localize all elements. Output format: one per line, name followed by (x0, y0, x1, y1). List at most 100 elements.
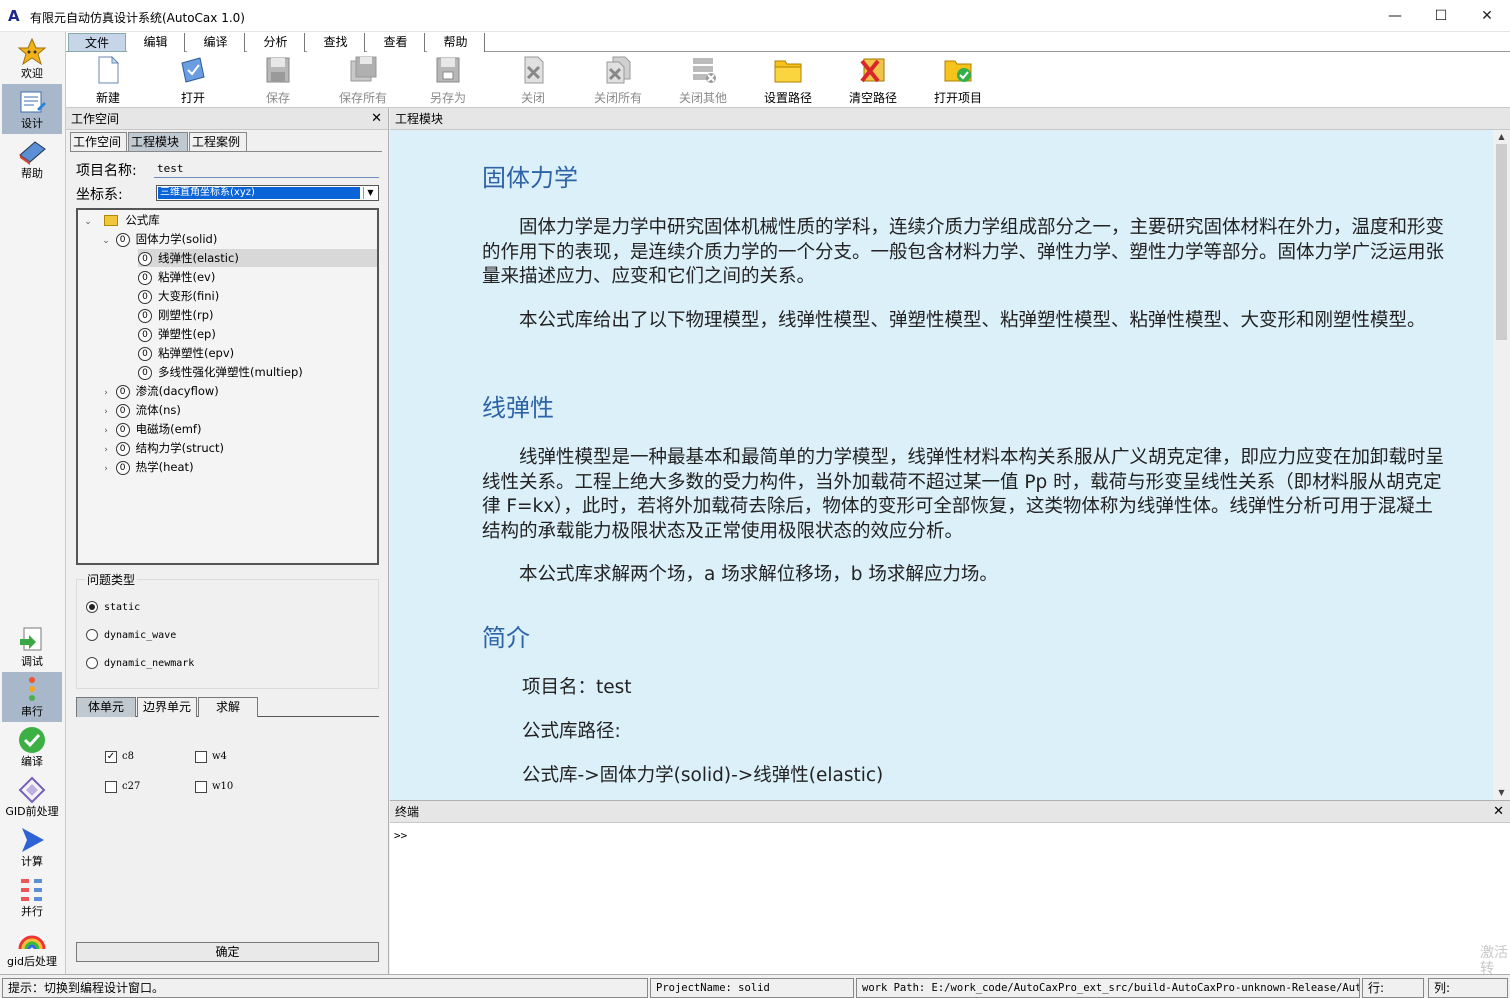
menu-bar: 文件 编辑 编译 分析 查找 查看 帮助 (66, 32, 1510, 52)
tree-item-struct[interactable]: › 0 结构力学(struct) (100, 439, 224, 457)
tab-boundary-element[interactable]: 边界单元 (137, 697, 197, 717)
set-path-button[interactable]: 设置路径 (748, 54, 828, 106)
doc-scrollbar[interactable]: ▲ ▼ (1493, 130, 1510, 800)
tree-item-ep[interactable]: 0 弹塑性(ep) (138, 325, 216, 343)
node-icon: 0 (115, 232, 130, 247)
maximize-button[interactable]: ☐ (1418, 0, 1464, 32)
tree-item-formula-library[interactable]: ⌄ 公式库 (82, 211, 160, 229)
menu-file[interactable]: 文件 (68, 33, 126, 52)
radio-button[interactable] (86, 657, 98, 669)
sidebar-compute[interactable]: 计算 (2, 822, 62, 872)
menu-view[interactable]: 查看 (367, 33, 425, 52)
chevron-right-icon[interactable]: › (100, 460, 112, 478)
tab-workspace[interactable]: 工作空间 (70, 132, 127, 151)
close-others-button[interactable]: 关闭其他 (663, 54, 743, 106)
scroll-down-icon[interactable]: ▼ (1493, 786, 1510, 800)
tree-item-ev[interactable]: 0 粘弹性(ev) (138, 268, 215, 286)
menu-compile[interactable]: 编译 (187, 33, 245, 52)
menu-analyze[interactable]: 分析 (247, 33, 305, 52)
open-project-icon (944, 60, 972, 82)
chevron-right-icon[interactable]: › (100, 384, 112, 402)
menu-edit[interactable]: 编辑 (127, 33, 185, 52)
tree-label: 流体(ns) (135, 403, 181, 417)
close-file-button[interactable]: 关闭 (493, 54, 573, 106)
new-file-icon (98, 55, 120, 84)
checkbox-checked[interactable]: ✓ (105, 750, 117, 763)
chevron-right-icon[interactable]: › (100, 403, 112, 421)
sidebar-gid-post[interactable]: gid后处理 (2, 922, 62, 972)
doc-paragraph: 本公式库求解两个场，a 场求解位移场，b 场求解应力场。 (519, 564, 998, 585)
scroll-up-icon[interactable]: ▲ (1493, 130, 1510, 144)
toolbar-label: 关闭其他 (678, 91, 727, 105)
menu-help[interactable]: 帮助 (427, 33, 485, 52)
radio-dynamic-newmark[interactable]: dynamic_newmark (86, 657, 194, 673)
workspace-title: 工作空间 (71, 112, 120, 126)
terminal-prompt[interactable]: >> (394, 829, 407, 842)
sidebar-parallel[interactable]: 并行 (2, 872, 62, 922)
sidebar-design[interactable]: 设计 (2, 84, 62, 134)
chevron-down-icon[interactable]: ▼ (363, 187, 377, 199)
open-button[interactable]: 打开 (153, 54, 233, 106)
chevron-right-icon[interactable]: › (100, 441, 112, 459)
sidebar-serial[interactable]: 串行 (2, 672, 62, 722)
coord-system-select[interactable]: 三维直角坐标系(xyz) ▼ (156, 185, 379, 201)
tab-project-module[interactable]: 工程模块 (128, 132, 188, 151)
tree-item-ns[interactable]: › 0 流体(ns) (100, 401, 181, 419)
menu-find[interactable]: 查找 (307, 33, 365, 52)
clear-path-button[interactable]: 清空路径 (833, 54, 913, 106)
save-all-button[interactable]: 保存所有 (323, 54, 403, 106)
sidebar-debug[interactable]: 调试 (2, 622, 62, 672)
scrollbar-thumb[interactable] (1496, 144, 1507, 340)
tree-item-multiep[interactable]: 0 多线性强化弹塑性(multiep) (138, 363, 303, 381)
project-name-input[interactable]: test (154, 160, 379, 178)
tab-volume-element[interactable]: 体单元 (76, 697, 136, 717)
radio-button[interactable] (86, 601, 98, 613)
new-button[interactable]: 新建 (68, 54, 148, 106)
formula-tree[interactable]: ⌄ 公式库 ⌄ 0 固体力学(solid) 0 线弹性(elastic) 0 粘弹性(… (76, 208, 379, 565)
save-as-icon (436, 57, 460, 83)
minimize-button[interactable]: — (1372, 0, 1418, 32)
doc-paragraph: 本公式库给出了以下物理模型，线弹性模型、弹塑性模型、粘弹塑性模型、粘弹性模型、大… (519, 310, 1426, 331)
chevron-down-icon[interactable]: ⌄ (100, 232, 112, 250)
ok-button[interactable]: 确定 (76, 942, 379, 962)
tree-item-fini[interactable]: 0 大变形(fini) (138, 287, 219, 305)
close-others-icon (693, 58, 716, 83)
tree-item-dacyflow[interactable]: › 0 渗流(dacyflow) (100, 382, 219, 400)
tab-solve[interactable]: 求解 (198, 697, 258, 717)
tree-item-rp[interactable]: 0 刚塑性(rp) (138, 306, 214, 324)
close-icon[interactable]: ✕ (371, 108, 382, 130)
checkbox-unchecked[interactable] (195, 780, 207, 793)
problem-type-group: 问题类型 static dynamic_wave dynamic_newmark (76, 571, 379, 689)
sidebar-welcome[interactable]: 欢迎 (2, 34, 62, 84)
tree-item-elastic[interactable]: 0 线弹性(elastic) (138, 249, 377, 267)
radio-dynamic-wave[interactable]: dynamic_wave (86, 629, 176, 645)
chevron-right-icon[interactable]: › (100, 422, 112, 440)
chevron-down-icon[interactable]: ⌄ (82, 213, 94, 231)
save-button[interactable]: 保存 (238, 54, 318, 106)
tree-item-solid[interactable]: ⌄ 0 固体力学(solid) (100, 230, 217, 248)
close-all-button[interactable]: 关闭所有 (578, 54, 658, 106)
radio-static[interactable]: static (86, 601, 140, 617)
save-as-button[interactable]: 另存为 (408, 54, 488, 106)
status-work-path: work Path: E:/work_code/AutoCaxPro_ext_s… (856, 978, 1360, 998)
checkbox-c8[interactable]: ✓ c8 (105, 750, 134, 764)
tree-item-emf[interactable]: › 0 电磁场(emf) (100, 420, 201, 438)
sidebar-gid-pre[interactable]: GID前处理 (2, 772, 62, 822)
open-project-button[interactable]: 打开项目 (918, 54, 998, 106)
close-window-button[interactable]: ✕ (1464, 0, 1510, 32)
sidebar-help[interactable]: 帮助 (2, 134, 62, 184)
checkbox-w4[interactable]: w4 (195, 750, 227, 764)
checkbox-unchecked[interactable] (105, 780, 117, 793)
sidebar-compile[interactable]: 编译 (2, 722, 62, 772)
debug-icon (20, 627, 42, 651)
tab-project-cases[interactable]: 工程案例 (189, 132, 247, 151)
checkbox-w10[interactable]: w10 (195, 780, 233, 794)
tree-item-heat[interactable]: › 0 热学(heat) (100, 458, 194, 476)
node-icon: 0 (115, 441, 130, 456)
checkbox-unchecked[interactable] (195, 750, 207, 763)
close-icon[interactable]: ✕ (1493, 801, 1504, 823)
tree-item-epv[interactable]: 0 粘弹塑性(epv) (138, 344, 234, 362)
radio-button[interactable] (86, 629, 98, 641)
checkbox-c27[interactable]: c27 (105, 780, 140, 794)
tree-label: 粘弹塑性(epv) (158, 346, 235, 360)
